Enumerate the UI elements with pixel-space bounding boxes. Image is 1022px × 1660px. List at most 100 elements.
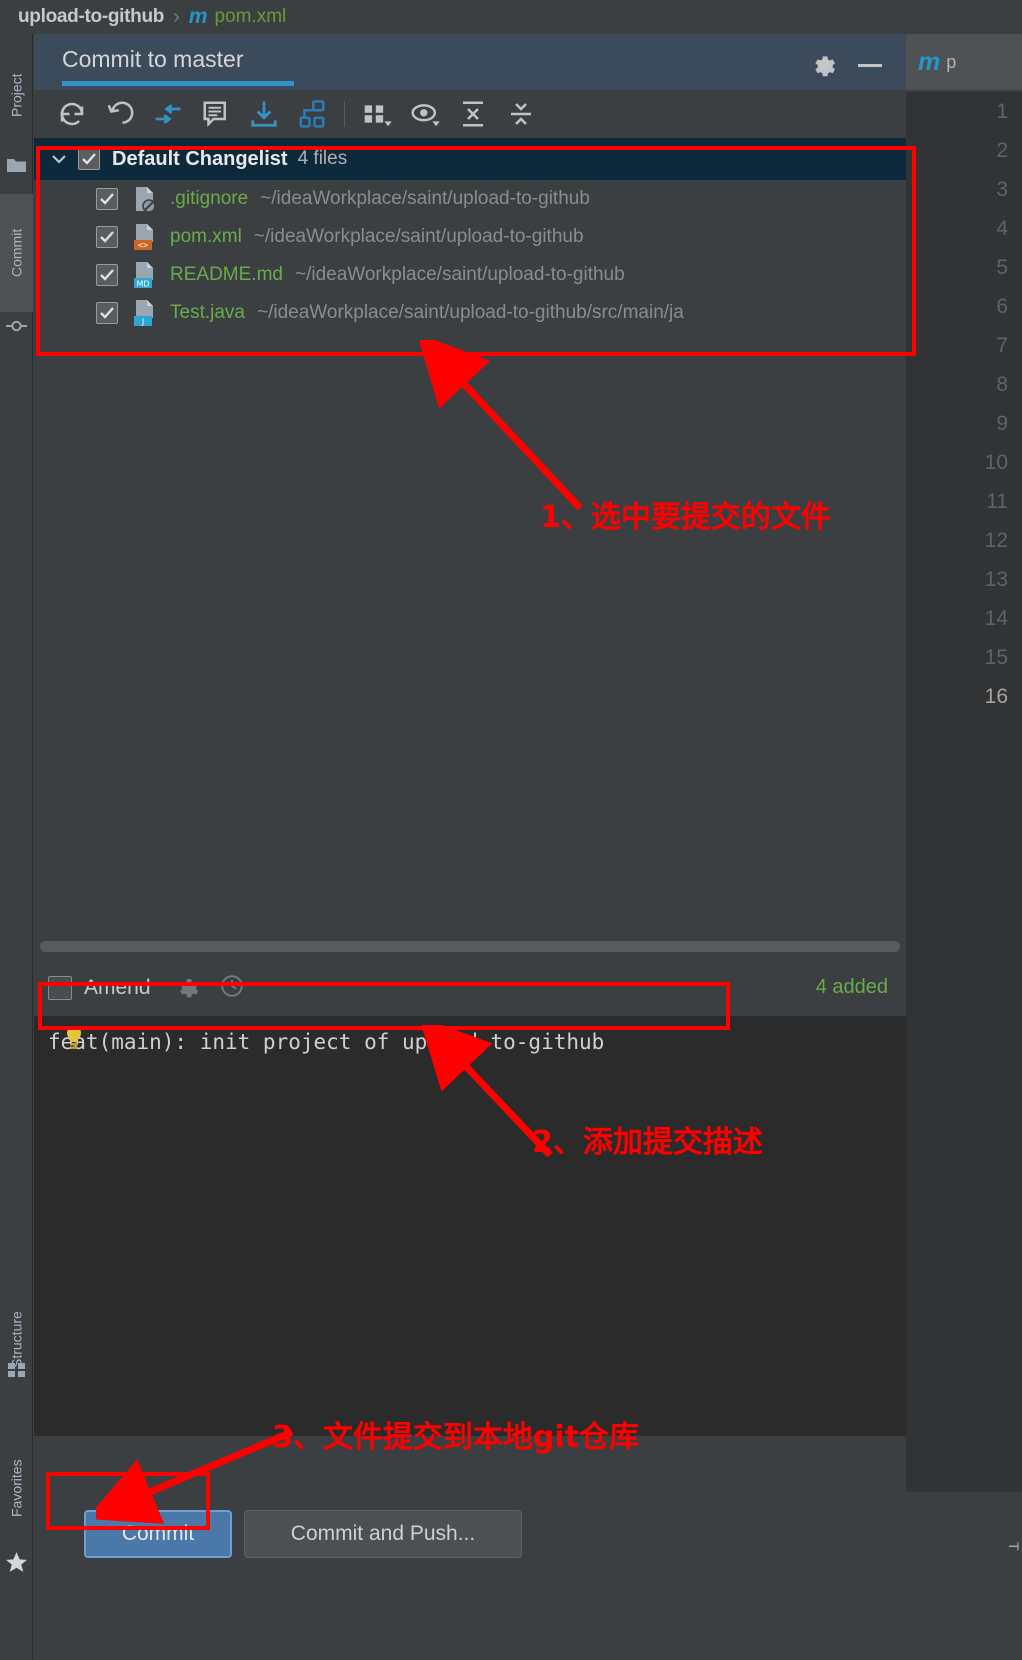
line-number: 4	[996, 217, 1008, 240]
line-number: 1	[996, 100, 1008, 123]
refresh-icon[interactable]	[48, 92, 96, 136]
rollback-icon[interactable]	[96, 92, 144, 136]
branches-icon[interactable]	[288, 92, 336, 136]
editor-pane: m p 1 2 3 4 5 6 7 8 9 10 11 12 13 14 15 …	[906, 34, 1022, 1660]
project-label: Project	[8, 73, 25, 117]
added-count-label: 4 added	[815, 976, 888, 998]
breadcrumb: upload-to-github › m pom.xml	[0, 0, 1022, 34]
file-name: Test.java	[170, 302, 245, 323]
gear-icon[interactable]	[175, 973, 201, 1004]
update-project-icon[interactable]	[240, 92, 288, 136]
commit-icon	[6, 316, 27, 341]
file-name: .gitignore	[170, 188, 249, 209]
changes-tree[interactable]: Default Changelist 4 files .gitignore ~/…	[34, 138, 906, 934]
active-tab-underline	[62, 81, 294, 86]
file-checkbox[interactable]	[96, 188, 118, 210]
file-checkbox[interactable]	[96, 302, 118, 324]
file-path: ~/ideaWorkplace/saint/upload-to-github	[253, 226, 584, 247]
line-number: 10	[984, 451, 1008, 474]
svg-text:<>: <>	[138, 241, 148, 251]
commit-message-input[interactable]: feat(main): init project of upload-to-gi…	[34, 1016, 906, 1436]
file-path: ~/ideaWorkplace/saint/upload-to-github	[260, 188, 590, 209]
file-name: pom.xml	[170, 226, 242, 247]
java-file-icon: J	[132, 299, 158, 327]
line-number: 11	[986, 490, 1008, 513]
table-row[interactable]: J Test.java ~/ideaWorkplace/saint/upload…	[34, 294, 906, 332]
favorites-label: Favorites	[8, 1459, 25, 1517]
file-checkbox[interactable]	[96, 264, 118, 286]
line-number: 5	[996, 256, 1008, 279]
maven-file-icon: m	[188, 5, 208, 28]
changelist-row[interactable]: Default Changelist 4 files	[34, 138, 906, 180]
changelist-checkbox[interactable]	[78, 148, 100, 170]
editor-gutter: 1 2 3 4 5 6 7 8 9 10 11 12 13 14 15 16	[906, 92, 1022, 1492]
dialog-button-row: Commit Commit and Push...	[34, 1500, 906, 1580]
commit-label: Commit	[8, 228, 25, 278]
table-row[interactable]: <> pom.xml ~/ideaWorkplace/saint/upload-…	[34, 218, 906, 256]
left-tool-strip: Project Commit Structure Favorites	[0, 34, 33, 1660]
changelist-count: 4 files	[297, 148, 348, 169]
folder-icon	[6, 156, 27, 179]
amend-bar: Amend 4 added	[34, 960, 906, 1016]
star-icon	[4, 1550, 29, 1580]
commit-toolbar	[34, 90, 906, 138]
gear-icon[interactable]	[810, 50, 838, 78]
changelist-name: Default Changelist	[112, 147, 288, 170]
preview-diff-icon[interactable]	[401, 92, 449, 136]
line-number: 8	[996, 373, 1008, 396]
commit-message-icon[interactable]	[192, 92, 240, 136]
line-number: 2	[996, 139, 1008, 162]
amend-checkbox[interactable]	[48, 976, 72, 1000]
line-number: 14	[984, 607, 1008, 630]
breadcrumb-separator-icon: ›	[173, 5, 180, 28]
markdown-file-icon: MD	[132, 261, 158, 289]
gitignore-file-icon	[132, 185, 158, 213]
sidebar-item-favorites[interactable]: Favorites	[0, 1424, 33, 1552]
toolbar-divider	[344, 101, 345, 127]
file-checkbox[interactable]	[96, 226, 118, 248]
file-path: ~/ideaWorkplace/saint/upload-to-github	[294, 264, 625, 285]
breadcrumb-file[interactable]: pom.xml	[214, 6, 286, 28]
line-number: 15	[984, 646, 1008, 669]
svg-text:MD: MD	[136, 280, 149, 289]
commit-and-push-button[interactable]: Commit and Push...	[244, 1510, 522, 1558]
sidebar-item-commit[interactable]: Commit	[0, 194, 33, 312]
commit-tool-window: Commit to master Default Changelist 4 fi…	[34, 34, 906, 1660]
line-number: 3	[996, 178, 1008, 201]
file-path: ~/ideaWorkplace/saint/upload-to-github/s…	[256, 302, 684, 323]
commit-message-text: feat(main): init project of upload-to-gi…	[48, 1030, 605, 1054]
file-name: README.md	[170, 264, 283, 285]
expand-all-icon[interactable]	[449, 92, 497, 136]
line-number: 7	[996, 334, 1008, 357]
editor-tab-pom-xml[interactable]: m p	[906, 34, 1022, 90]
commit-window-header: Commit to master	[34, 34, 906, 90]
page-title: Commit to master	[62, 46, 244, 72]
breadcrumb-project[interactable]: upload-to-github	[18, 6, 164, 28]
horizontal-scrollbar[interactable]	[34, 934, 906, 958]
line-number: 9	[996, 412, 1008, 435]
scrollbar-thumb[interactable]	[40, 941, 900, 952]
editor-side-tab[interactable]: T	[1002, 1542, 1022, 1602]
show-diff-icon[interactable]	[144, 92, 192, 136]
table-row[interactable]: .gitignore ~/ideaWorkplace/saint/upload-…	[34, 180, 906, 218]
line-number: 6	[996, 295, 1008, 318]
line-number: 12	[984, 529, 1008, 552]
editor-tab-label: p	[946, 51, 957, 72]
amend-label: Amend	[84, 976, 151, 999]
line-number-current: 16	[984, 685, 1008, 708]
xml-file-icon: <>	[132, 223, 158, 251]
clock-icon[interactable]	[219, 973, 245, 1004]
chevron-down-icon[interactable]	[48, 148, 70, 170]
sidebar-item-structure[interactable]: Structure	[0, 1276, 33, 1404]
sidebar-item-project[interactable]: Project	[0, 40, 33, 150]
collapse-all-icon[interactable]	[497, 92, 545, 136]
svg-text:J: J	[141, 318, 144, 327]
lightbulb-icon[interactable]	[62, 1024, 86, 1057]
table-row[interactable]: MD README.md ~/ideaWorkplace/saint/uploa…	[34, 256, 906, 294]
commit-button[interactable]: Commit	[84, 1510, 232, 1558]
maven-file-icon: m	[918, 47, 941, 76]
structure-icon	[7, 1360, 26, 1384]
line-number: 13	[984, 568, 1008, 591]
group-by-icon[interactable]	[353, 92, 401, 136]
minimize-icon[interactable]	[856, 50, 884, 78]
